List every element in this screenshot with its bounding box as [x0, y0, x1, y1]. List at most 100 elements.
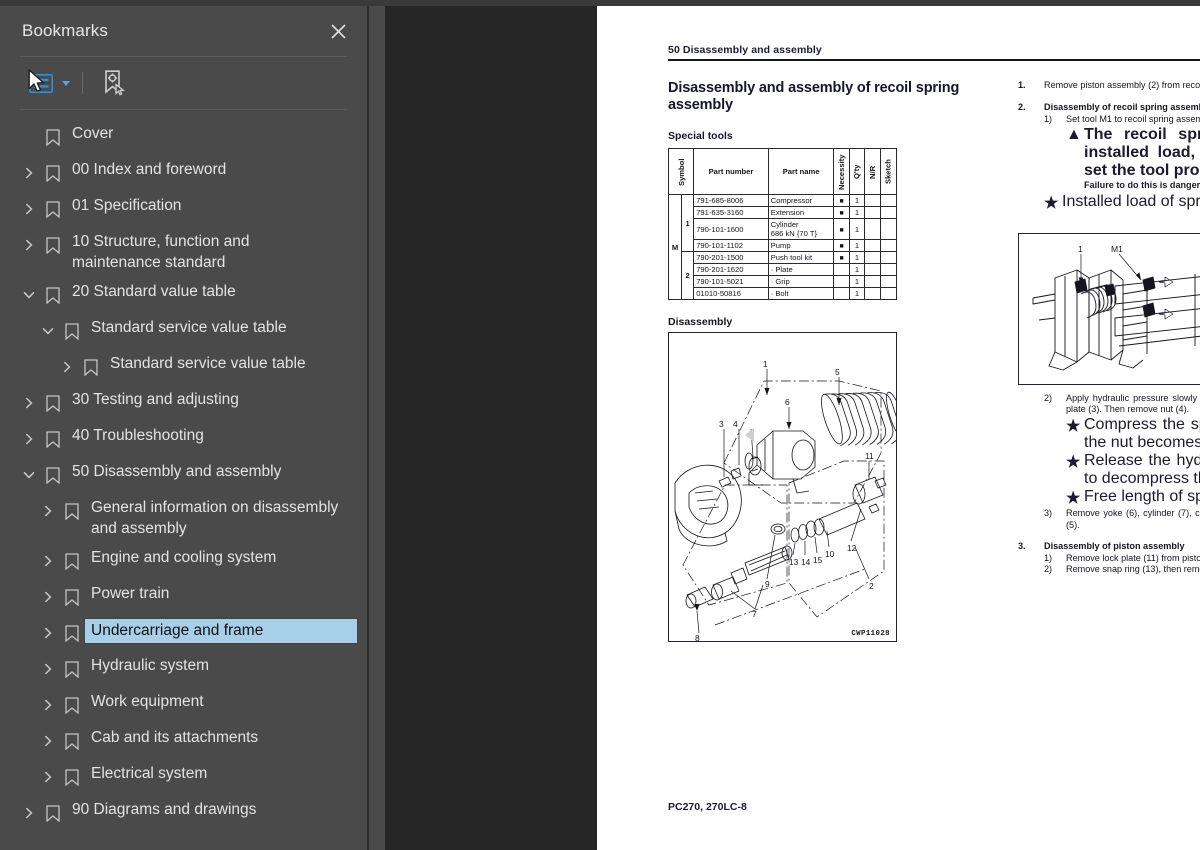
bookmark-item-30-testing-and-adjusting[interactable]: 30 Testing and adjusting [0, 385, 367, 421]
bookmark-item-cover[interactable]: Cover [0, 119, 367, 155]
bookmark-item-label: Cover [72, 125, 114, 142]
chevron-down-icon[interactable] [35, 320, 61, 342]
warning-triangle-icon: ▲ [1066, 126, 1082, 144]
bookmark-item-90-diagrams-and-drawings[interactable]: 90 Diagrams and drawings [0, 795, 367, 831]
step-3-number: 3. [1018, 541, 1026, 552]
chevron-right-icon[interactable] [16, 234, 42, 256]
tool-setup-figure: 1 M1 CJP13514 [1018, 232, 1200, 385]
step-1-text: Remove piston assembly (2) from recoil s… [1044, 80, 1200, 91]
step-2-bullet-3-text: Free length of spring: 814 mm [1084, 487, 1200, 505]
bookmark-item-label: 01 Specification [72, 197, 182, 214]
cell-nr [864, 263, 881, 277]
bookmark-item-standard-service-value-table[interactable]: Standard service value table [0, 313, 367, 349]
chevron-down-icon[interactable] [62, 80, 70, 86]
table-row: 2 790-201-1500 Push tool kit ■ 1 [669, 251, 898, 301]
chevron-right-icon[interactable] [16, 428, 42, 450]
bookmark-item-50-disassembly-and-assembly[interactable]: 50 Disassembly and assembly [0, 457, 367, 493]
cell-nr [864, 239, 881, 253]
bookmark-item-work-equipment[interactable]: Work equipment [0, 687, 367, 723]
bookmarks-header: Bookmarks [0, 6, 367, 56]
table-row: M 1 791-685-8006 Compressor ■ 1 [667, 194, 898, 301]
chevron-right-icon[interactable] [35, 500, 61, 522]
star-icon: ★ [1066, 453, 1081, 471]
step-2-bullet-1: ★Compress the spring to a point where th… [1066, 416, 1200, 452]
chevron-down-icon[interactable] [16, 464, 42, 486]
cell-group: 2 [681, 251, 695, 301]
bookmark-item-00-index-and-foreword[interactable]: 00 Index and foreword [0, 155, 367, 191]
bookmark-icon [61, 500, 83, 522]
bookmark-icon [42, 162, 64, 184]
cell-necessity: ■ [833, 206, 850, 220]
bookmark-item-label: Engine and cooling system [91, 549, 277, 566]
chevron-right-icon[interactable] [35, 622, 61, 644]
cell-sketch [879, 275, 898, 289]
page-header-rule [668, 59, 1200, 62]
bookmark-icon [42, 392, 64, 414]
bookmarks-toolbar [0, 57, 367, 109]
bookmark-options-icon[interactable] [22, 68, 60, 98]
bookmark-item-label: Cab and its attachments [91, 729, 259, 746]
chevron-right-icon[interactable] [35, 658, 61, 680]
chevron-right-icon[interactable] [16, 198, 42, 220]
svg-text:7: 7 [752, 609, 757, 619]
cell-part-name: Compressor [767, 194, 835, 208]
bookmark-item-power-train[interactable]: Power train [0, 579, 367, 615]
installed-load-value: 208.6 kN {21,280 kg} [1018, 214, 1200, 224]
svg-text:10: 10 [825, 549, 835, 559]
bookmarks-tree[interactable]: Cover 00 Index and foreword 01 Specificati… [0, 110, 367, 850]
cell-nr [864, 287, 881, 301]
cell-part-number: 791-635-3160 [693, 206, 769, 220]
bookmark-item-label: 40 Troubleshooting [72, 427, 204, 444]
chevron-right-icon[interactable] [35, 694, 61, 716]
new-bookmark-icon[interactable] [95, 68, 133, 98]
bookmark-item-label: Standard service value table [110, 355, 306, 372]
table-row: 01010-50816 · Bolt 1 [669, 287, 898, 301]
svg-text:15: 15 [813, 555, 823, 565]
step-3-sub-1-text: Remove lock plate (11) from piston (10),… [1066, 552, 1200, 563]
bookmark-item-cab-and-its-attachments[interactable]: Cab and its attachments [0, 723, 367, 759]
bookmark-item-engine-and-cooling-system[interactable]: Engine and cooling system [0, 543, 367, 579]
bookmark-item-label: Electrical system [91, 765, 208, 782]
bookmark-item-40-troubleshooting[interactable]: 40 Troubleshooting [0, 421, 367, 457]
disassembly-label: Disassembly [668, 316, 733, 329]
bookmark-item-20-standard-value-table[interactable]: 20 Standard value table [0, 277, 367, 313]
chevron-right-icon[interactable] [16, 162, 42, 184]
bookmark-item-10-structure-function-and-maintenance-standard[interactable]: 10 Structure, function and maintenance s… [0, 227, 367, 277]
bookmark-item-label: Power train [91, 585, 170, 602]
bookmark-icon [80, 356, 102, 378]
sidebar-collapse-handle[interactable] [743, 426, 757, 444]
chevron-right-icon[interactable] [16, 802, 42, 824]
chevron-right-icon[interactable] [54, 356, 80, 378]
chevron-down-icon[interactable] [16, 284, 42, 306]
bookmark-item-01-specification[interactable]: 01 Specification [0, 191, 367, 227]
figure-caption-main: CWP11028 [851, 630, 890, 639]
document-viewer: 50 Disassembly and assembly SEN00868-04 … [369, 6, 1200, 850]
step-2-sub-1: 1) Set tool M1 to recoil spring assembly… [1044, 114, 1200, 126]
bookmark-item-undercarriage-and-frame[interactable]: Undercarriage and frame [0, 615, 367, 651]
svg-text:12: 12 [847, 543, 857, 553]
cell-sketch [879, 194, 898, 208]
bookmark-item-electrical-system[interactable]: Electrical system [0, 759, 367, 795]
bookmark-icon [61, 550, 83, 572]
step-2-sub-2-text: Apply hydraulic pressure slowly to compr… [1066, 392, 1200, 415]
fig-label-1: 1 [1078, 244, 1083, 254]
page-title: Disassembly and assembly of recoil sprin… [668, 80, 960, 114]
close-icon[interactable] [325, 18, 351, 44]
cell-part-number: 790-201-1500 [693, 251, 769, 265]
step-2-sub-1-number: 1) [1044, 113, 1053, 124]
chevron-right-icon[interactable] [35, 586, 61, 608]
chevron-right-icon[interactable] [35, 766, 61, 788]
bookmark-item-general-information-on-disassembly-and-assembly[interactable]: General information on disassembly and a… [0, 493, 367, 543]
bookmark-item-standard-service-value-table[interactable]: Standard service value table [0, 349, 367, 385]
bookmark-item-label: 00 Index and foreword [72, 161, 227, 178]
chevron-right-icon[interactable] [16, 392, 42, 414]
step-3-sub-1-number: 1) [1044, 552, 1053, 563]
bookmark-item-label: Undercarriage and frame [84, 618, 358, 644]
cell-qty: 1 [848, 275, 866, 289]
cell-sketch [879, 263, 898, 277]
step-2-sub-2: 2) Apply hydraulic pressure slowly to co… [1044, 393, 1200, 416]
chevron-right-icon[interactable] [35, 730, 61, 752]
col-header-part-number: Part number [693, 148, 769, 196]
chevron-right-icon[interactable] [35, 550, 61, 572]
bookmark-item-hydraulic-system[interactable]: Hydraulic system [0, 651, 367, 687]
